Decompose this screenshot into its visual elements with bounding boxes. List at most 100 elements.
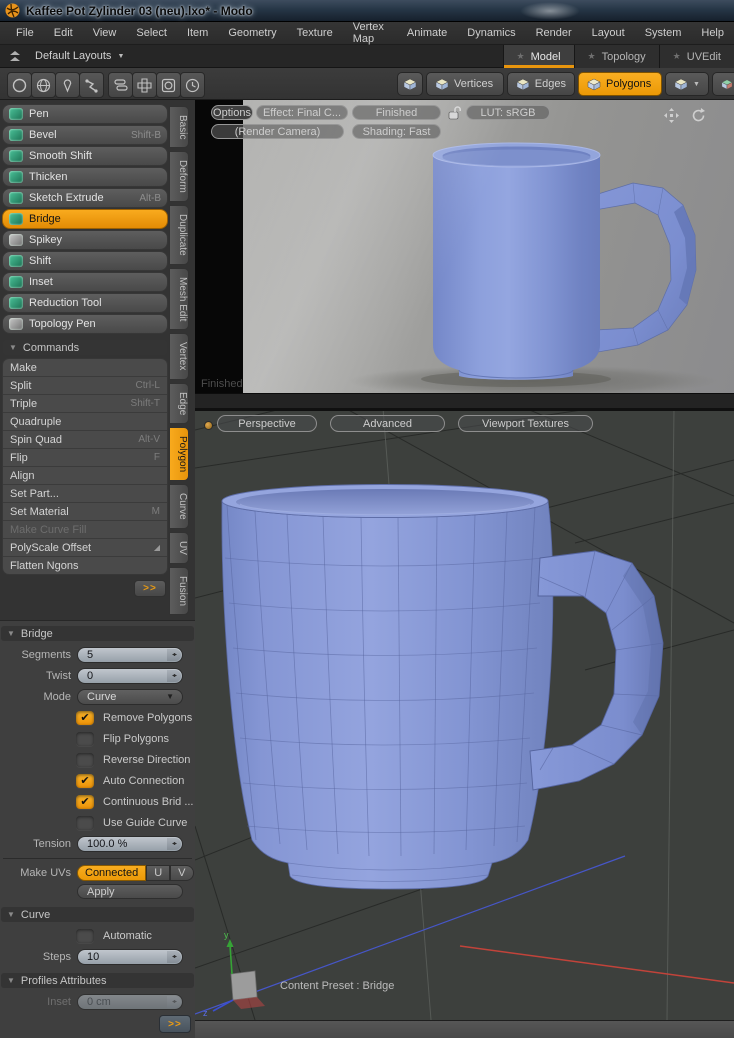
more-tools-button[interactable]: >> — [134, 580, 166, 597]
tool-smooth-shift[interactable]: Smooth Shift — [2, 146, 168, 166]
stepper-arrows-icon[interactable]: ◂▸ — [167, 837, 181, 850]
command-set-part[interactable]: Set Part... — [3, 485, 167, 503]
tool-spikey[interactable]: Spikey — [2, 230, 168, 250]
automatic-checkbox[interactable] — [76, 928, 94, 943]
make-uvs-u-button[interactable]: U — [146, 864, 171, 881]
command-make[interactable]: Make — [3, 359, 167, 377]
menu-select[interactable]: Select — [126, 27, 177, 39]
use-guide-curve-checkbox[interactable] — [76, 815, 94, 830]
command-set-material[interactable]: Set Material M — [3, 503, 167, 521]
render-effect-button[interactable]: Effect: Final C... — [256, 105, 348, 120]
commands-section-header[interactable]: ▼ Commands — [3, 340, 167, 355]
mode-vertices-button[interactable]: Vertices — [426, 72, 504, 96]
remove-polygons-checkbox[interactable]: ✔ — [76, 710, 94, 725]
refresh-icon[interactable] — [690, 107, 707, 124]
auto-connection-checkbox[interactable]: ✔ — [76, 773, 94, 788]
mode-dropdown[interactable]: Curve ▼ — [77, 688, 183, 705]
viewport-perspective-button[interactable]: Perspective — [217, 415, 317, 432]
tension-field[interactable]: 100.0 % ◂▸ — [77, 835, 183, 852]
menu-item[interactable]: Item — [177, 27, 218, 39]
tool-sketch-extrude[interactable]: Sketch Extrude Alt-B — [2, 188, 168, 208]
tab-uvedit[interactable]: ★ UVEdit — [658, 45, 734, 68]
vtab-fusion[interactable]: Fusion — [169, 566, 189, 615]
ellipse-tool-icon[interactable] — [7, 72, 32, 98]
tool-bevel[interactable]: Bevel Shift-B — [2, 125, 168, 145]
tool-inset[interactable]: Inset — [2, 272, 168, 292]
menu-render[interactable]: Render — [526, 27, 582, 39]
viewport-3d[interactable]: y z Perspective Advanced Viewport Textur… — [195, 408, 734, 1020]
stepper-arrows-icon[interactable]: ◂▸ — [167, 648, 181, 661]
tab-model[interactable]: ★ Model — [502, 45, 574, 68]
command-polyscale-offset[interactable]: PolyScale Offset ◢ — [3, 539, 167, 557]
vtab-polygon[interactable]: Polygon — [169, 427, 189, 482]
command-flatten-ngons[interactable]: Flatten Ngons — [3, 557, 167, 574]
layout-preset-dropdown[interactable]: Default Layouts ▼ — [35, 50, 124, 62]
sphere-tool-icon[interactable] — [31, 72, 56, 98]
unwrap-cube-icon[interactable] — [132, 72, 157, 98]
mode-polygons-button[interactable]: Polygons — [578, 72, 662, 96]
item-select-button[interactable] — [712, 72, 734, 96]
curve-section-header[interactable]: ▼ Curve — [1, 907, 194, 922]
tool-pen[interactable]: Pen — [2, 104, 168, 124]
stepper-arrows-icon[interactable]: ◂▸ — [167, 669, 181, 682]
menu-texture[interactable]: Texture — [287, 27, 343, 39]
flip-polygons-checkbox[interactable] — [76, 731, 94, 746]
vtab-edge[interactable]: Edge — [169, 382, 189, 425]
menu-view[interactable]: View — [83, 27, 127, 39]
segments-field[interactable]: 5 ◂▸ — [77, 646, 183, 663]
vtab-vertex[interactable]: Vertex — [169, 333, 189, 380]
tool-reduction[interactable]: Reduction Tool — [2, 293, 168, 313]
menu-vertex-map[interactable]: Vertex Map — [343, 21, 397, 45]
component-mode-button[interactable] — [397, 72, 423, 96]
tab-topology[interactable]: ★ Topology — [573, 45, 659, 68]
menu-layout[interactable]: Layout — [582, 27, 635, 39]
command-triple[interactable]: Triple Shift-T — [3, 395, 167, 413]
command-split[interactable]: Split Ctrl-L — [3, 377, 167, 395]
render-camera-button[interactable]: (Render Camera) — [211, 124, 344, 139]
mode-edges-button[interactable]: Edges — [507, 72, 575, 96]
vtab-mesh-edit[interactable]: Mesh Edit — [169, 267, 189, 331]
twist-field[interactable]: 0 ◂▸ — [77, 667, 183, 684]
steps-field[interactable]: 10 ◂▸ — [77, 948, 183, 965]
profiles-attributes-section-header[interactable]: ▼ Profiles Attributes — [1, 973, 194, 988]
reverse-direction-checkbox[interactable] — [76, 752, 94, 767]
render-shading-button[interactable]: Shading: Fast — [352, 124, 441, 139]
vtab-curve[interactable]: Curve — [169, 484, 189, 529]
tool-topology-pen[interactable]: Topology Pen — [2, 314, 168, 334]
bridge-section-header[interactable]: ▼ Bridge — [1, 626, 194, 641]
boxed-circle-icon[interactable] — [156, 72, 181, 98]
tool-bridge[interactable]: Bridge — [2, 209, 168, 229]
pan-icon[interactable] — [663, 107, 680, 124]
viewport-textures-button[interactable]: Viewport Textures — [458, 415, 593, 432]
render-finished-button[interactable]: Finished — [352, 105, 441, 120]
render-options-button[interactable]: Options — [211, 105, 253, 120]
menu-edit[interactable]: Edit — [44, 27, 83, 39]
make-uvs-connected-button[interactable]: Connected — [77, 864, 147, 881]
menu-dynamics[interactable]: Dynamics — [457, 27, 525, 39]
menu-animate[interactable]: Animate — [397, 27, 457, 39]
make-uvs-v-button[interactable]: V — [170, 864, 194, 881]
render-preview[interactable]: Options Effect: Final C... Finished LUT:… — [195, 100, 734, 393]
menu-system[interactable]: System — [635, 27, 692, 39]
tool-thicken[interactable]: Thicken — [2, 167, 168, 187]
vtab-basic[interactable]: Basic — [169, 106, 189, 149]
viewport-mode-dot[interactable] — [204, 421, 213, 430]
command-flip[interactable]: Flip F — [3, 449, 167, 467]
collapse-panel-icon[interactable] — [9, 50, 21, 62]
layers-tool-icon[interactable] — [108, 72, 133, 98]
pin-tool-icon[interactable] — [55, 72, 80, 98]
menu-help[interactable]: Help — [691, 27, 734, 39]
command-spin-quad[interactable]: Spin Quad Alt-V — [3, 431, 167, 449]
tool-shift[interactable]: Shift — [2, 251, 168, 271]
more-properties-button[interactable]: >> — [159, 1015, 191, 1033]
vtab-uv[interactable]: UV — [169, 531, 189, 564]
lock-icon[interactable] — [446, 105, 462, 121]
vtab-deform[interactable]: Deform — [169, 151, 189, 203]
menu-geometry[interactable]: Geometry — [218, 27, 286, 39]
stepper-arrows-icon[interactable]: ◂▸ — [167, 950, 181, 963]
apply-button[interactable]: Apply — [77, 884, 183, 899]
render-lut-button[interactable]: LUT: sRGB — [466, 105, 550, 120]
viewport-advanced-button[interactable]: Advanced — [330, 415, 445, 432]
bone-tool-icon[interactable] — [79, 72, 104, 98]
vtab-duplicate[interactable]: Duplicate — [169, 205, 189, 265]
